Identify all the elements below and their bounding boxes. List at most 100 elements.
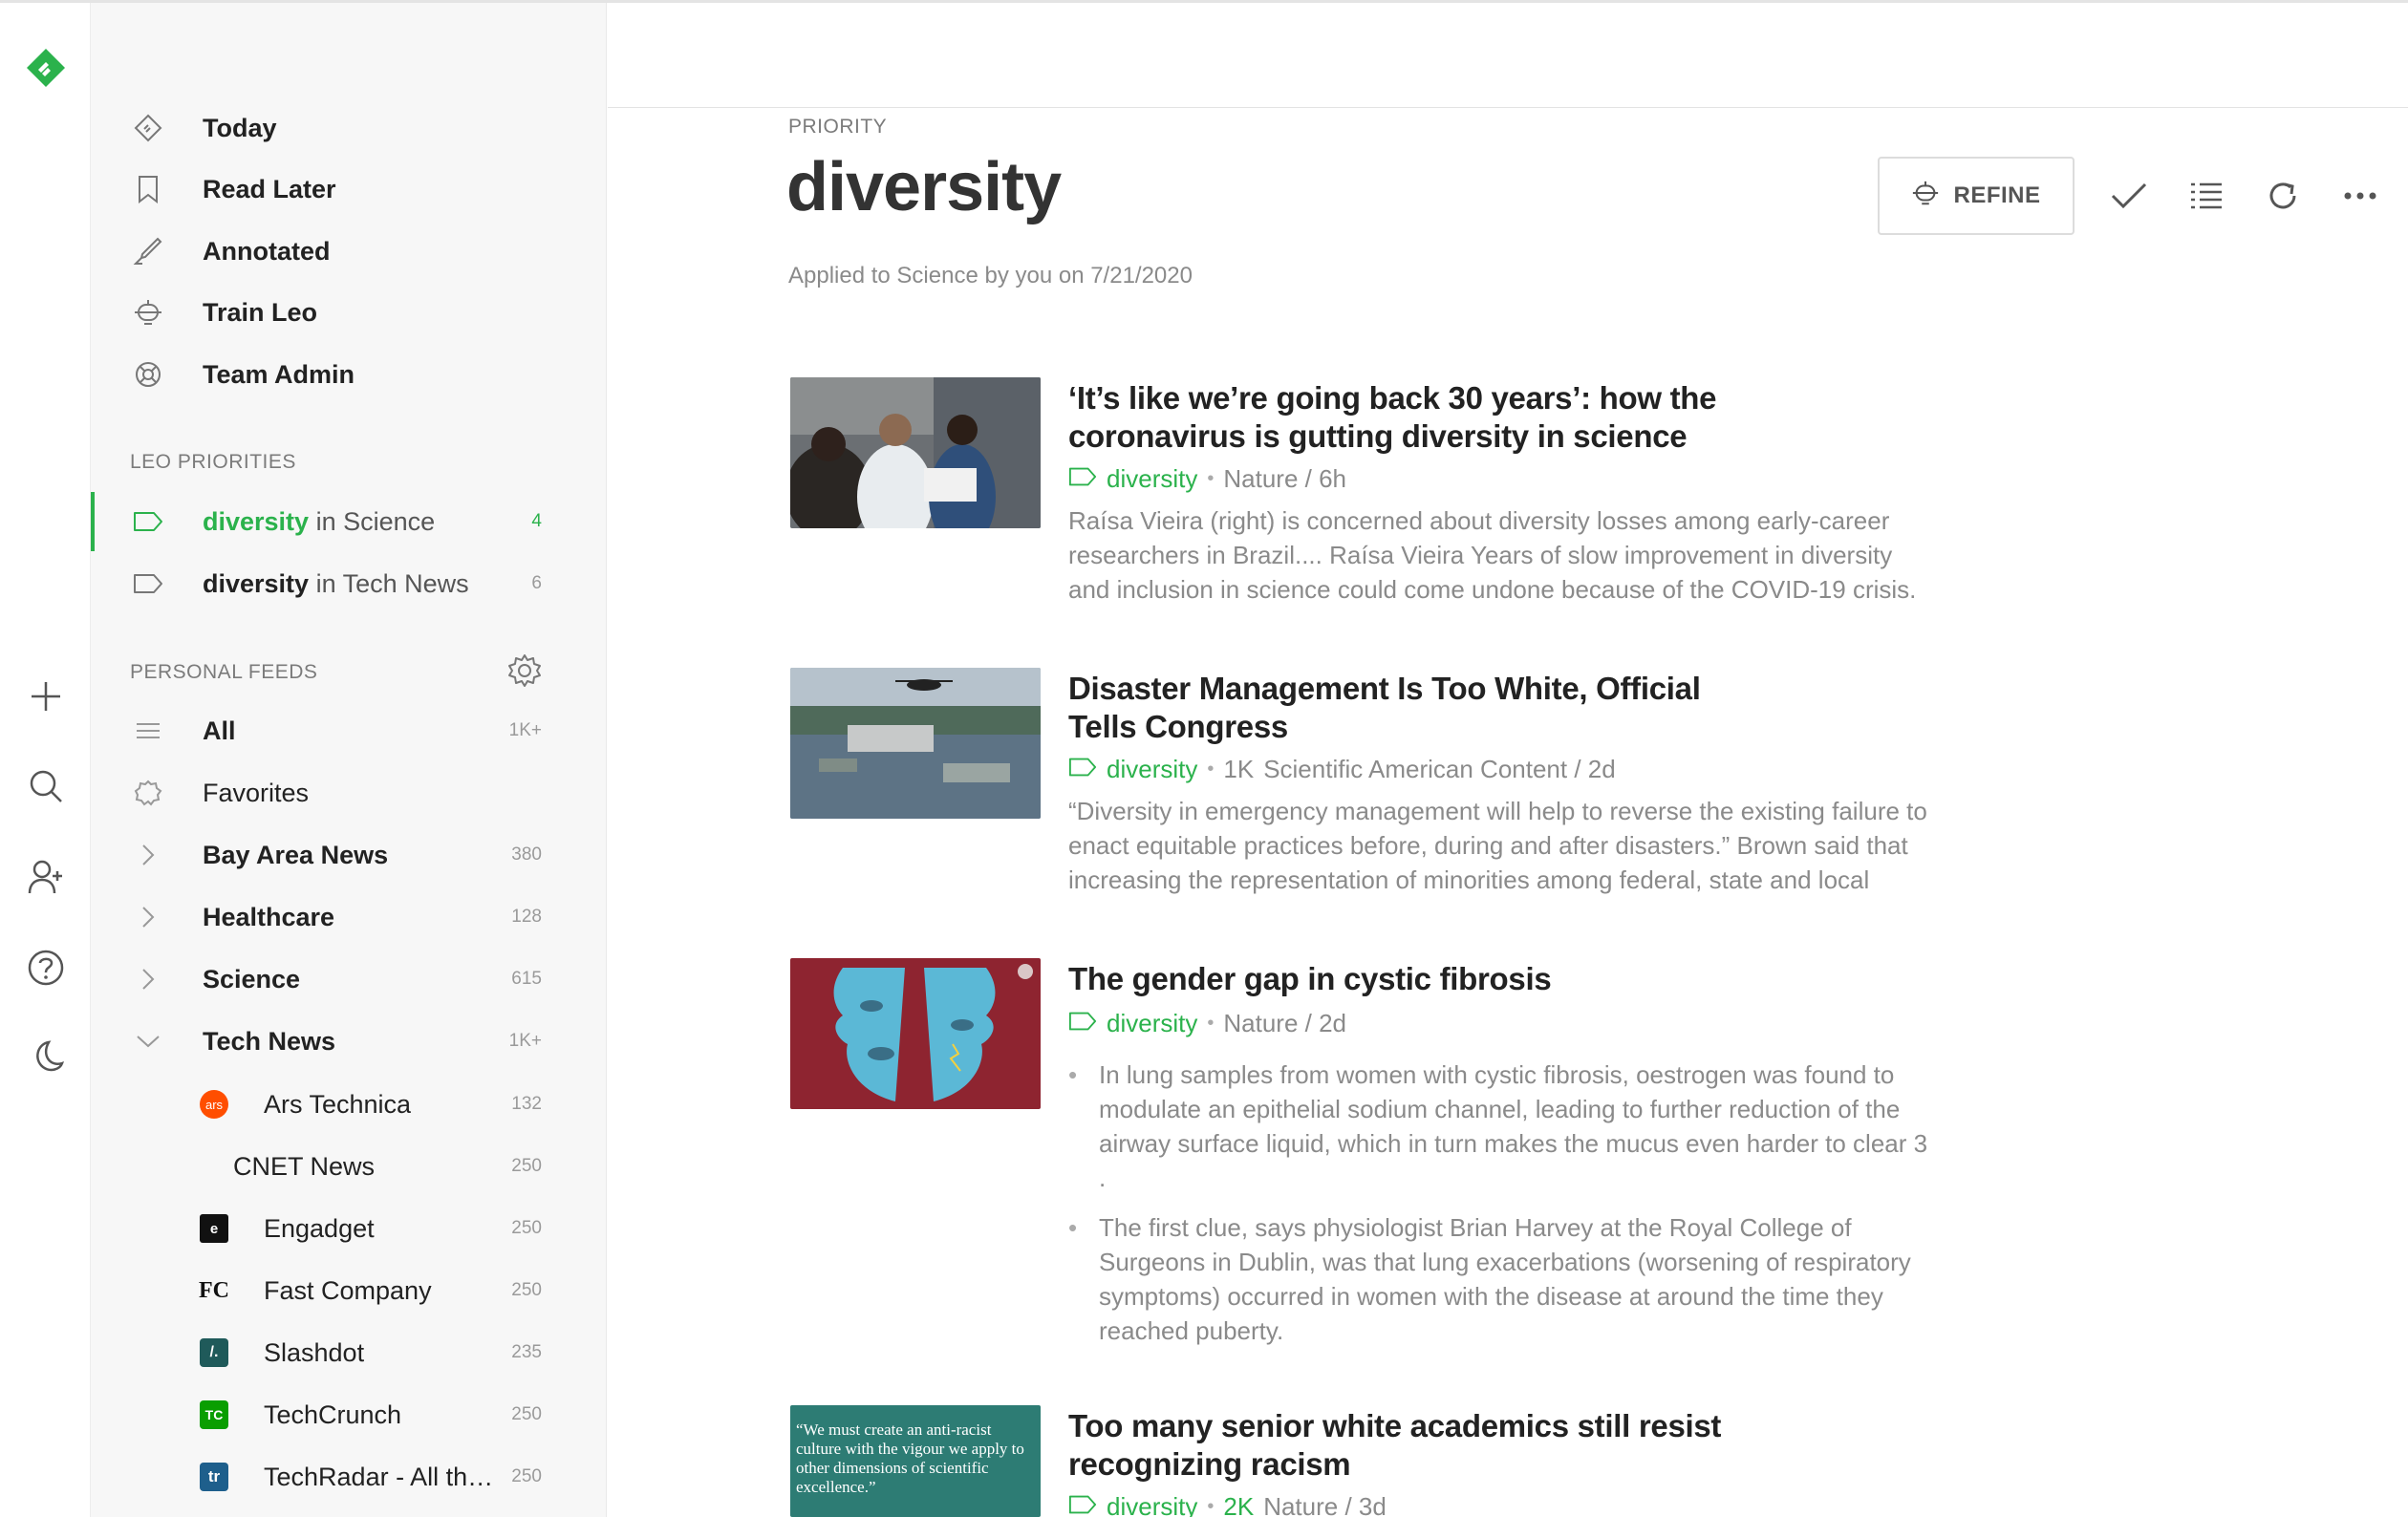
source-item-ars-technica[interactable]: ars Ars Technica 132 xyxy=(91,1074,607,1135)
nav-item-train-leo[interactable]: Train Leo xyxy=(91,282,607,343)
priority-count: 6 xyxy=(531,573,542,593)
refresh-icon[interactable] xyxy=(2262,175,2304,217)
priority-keyword: diversity xyxy=(203,506,310,536)
article-title[interactable]: Disaster Management Is Too White, Offici… xyxy=(1068,670,1737,746)
nav-item-label: Train Leo xyxy=(203,297,318,327)
article-tag[interactable]: diversity xyxy=(1107,1492,1197,1517)
article-meta: diversity • Nature / 2d xyxy=(1068,1009,1346,1038)
feedly-logo-icon[interactable] xyxy=(23,45,69,91)
source-label: TechRadar - All th… xyxy=(264,1462,494,1491)
article-card[interactable]: Disaster Management Is Too White, Offici… xyxy=(790,668,2128,916)
tag-icon xyxy=(1068,1009,1097,1038)
article-summary: In lung samples from women with cystic f… xyxy=(1068,1058,1928,1363)
refine-button[interactable]: REFINE xyxy=(1878,157,2075,235)
source-item-slashdot[interactable]: /. Slashdot 235 xyxy=(91,1322,607,1383)
mark-all-read-check-icon[interactable] xyxy=(2108,175,2150,217)
priority-item-diversity-tech-news[interactable]: diversity in Tech News 6 xyxy=(91,553,607,614)
source-item-cnet-news[interactable]: CNET News 250 xyxy=(91,1136,607,1197)
list-icon xyxy=(133,716,163,746)
techcrunch-favicon-icon: TC xyxy=(199,1399,229,1430)
feed-item-all[interactable]: All 1K+ xyxy=(91,700,607,761)
article-meta: diversity • Nature / 6h xyxy=(1068,464,1346,494)
article-source[interactable]: Scientific American Content / 2d xyxy=(1263,755,1616,784)
chevron-right-icon[interactable] xyxy=(133,964,163,994)
article-thumbnail[interactable] xyxy=(790,958,1041,1109)
article-tag[interactable]: diversity xyxy=(1107,755,1197,784)
priority-item-diversity-science[interactable]: diversity in Science 4 xyxy=(91,491,607,552)
engagement-count: 2K xyxy=(1223,1492,1255,1517)
tag-icon xyxy=(1068,1492,1097,1517)
feed-item-bay-area-news[interactable]: Bay Area News 380 xyxy=(91,824,607,886)
feeds-settings-gear-icon[interactable] xyxy=(506,652,543,689)
tag-icon xyxy=(133,568,163,599)
bookmark-icon xyxy=(133,174,163,204)
source-label: CNET News xyxy=(233,1151,376,1181)
chevron-down-icon[interactable] xyxy=(133,1026,163,1057)
help-icon[interactable] xyxy=(27,949,65,987)
add-content-icon[interactable] xyxy=(27,677,65,716)
source-item-fast-company[interactable]: FC Fast Company 250 xyxy=(91,1260,607,1321)
nav-item-annotated[interactable]: Annotated xyxy=(91,221,607,282)
feed-count: 1K+ xyxy=(508,1031,542,1051)
ars-technica-favicon-icon: ars xyxy=(199,1089,229,1120)
favorites-badge-icon xyxy=(133,778,163,808)
meta-separator: • xyxy=(1207,1013,1215,1034)
night-mode-icon[interactable] xyxy=(27,1037,65,1076)
feed-label: Science xyxy=(203,964,301,994)
feed-item-favorites[interactable]: Favorites xyxy=(91,762,607,823)
slashdot-favicon-icon: /. xyxy=(199,1337,229,1368)
feed-item-tech-news[interactable]: Tech News 1K+ xyxy=(91,1011,607,1072)
article-card[interactable]: The gender gap in cystic fibrosis divers… xyxy=(790,958,2128,1398)
add-user-icon[interactable] xyxy=(27,858,65,896)
more-options-icon[interactable] xyxy=(2339,175,2381,217)
nav-item-label: Today xyxy=(203,113,277,142)
article-title[interactable]: The gender gap in cystic fibrosis xyxy=(1068,960,1737,998)
summary-bullet: The first clue, says physiologist Brian … xyxy=(1068,1210,1928,1348)
source-label: TechCrunch xyxy=(264,1399,402,1429)
layout-list-icon[interactable] xyxy=(2185,175,2227,217)
source-item-techcrunch[interactable]: TC TechCrunch 250 xyxy=(91,1384,607,1445)
refine-label: REFINE xyxy=(1953,182,2041,208)
feed-item-healthcare[interactable]: Healthcare 128 xyxy=(91,887,607,948)
left-navigation: Today Read Later Annotated Train Leo Tea… xyxy=(91,3,607,1517)
feed-item-science[interactable]: Science 615 xyxy=(91,949,607,1010)
article-tag[interactable]: diversity xyxy=(1107,1009,1197,1038)
personal-feeds-heading: PERSONAL FEEDS xyxy=(130,661,318,683)
article-title[interactable]: ‘It’s like we’re going back 30 years’: h… xyxy=(1068,379,1737,456)
meta-separator: • xyxy=(1207,468,1215,489)
source-label: Fast Company xyxy=(264,1275,432,1305)
search-icon[interactable] xyxy=(27,767,65,805)
header-divider xyxy=(608,107,2408,108)
nav-item-today[interactable]: Today xyxy=(91,97,607,159)
nav-item-team-admin[interactable]: Team Admin xyxy=(91,344,607,405)
source-item-techradar[interactable]: tr TechRadar - All th… 250 xyxy=(91,1446,607,1507)
source-count: 250 xyxy=(511,1218,542,1238)
page-title: diversity xyxy=(786,149,1062,225)
source-count: 250 xyxy=(511,1466,542,1486)
source-count: 235 xyxy=(511,1342,542,1362)
article-thumbnail[interactable] xyxy=(790,377,1041,528)
article-thumbnail[interactable]: “We must create an anti-racist culture w… xyxy=(790,1405,1041,1517)
tag-icon xyxy=(133,506,163,537)
article-source[interactable]: Nature / 6h xyxy=(1223,464,1346,494)
nav-item-read-later[interactable]: Read Later xyxy=(91,159,607,220)
article-thumbnail[interactable] xyxy=(790,668,1041,819)
source-item-engadget[interactable]: e Engadget 250 xyxy=(91,1198,607,1259)
main-content: PRIORITY diversity Applied to Science by… xyxy=(608,3,2408,1517)
article-tag[interactable]: diversity xyxy=(1107,464,1197,494)
feed-count: 1K+ xyxy=(508,720,542,740)
source-count: 250 xyxy=(511,1404,542,1424)
chevron-right-icon[interactable] xyxy=(133,840,163,870)
feed-label: Healthcare xyxy=(203,902,335,931)
article-title[interactable]: Too many senior white academics still re… xyxy=(1068,1407,1737,1484)
priority-scope: in Science xyxy=(315,506,436,536)
article-source[interactable]: Nature / 3d xyxy=(1263,1492,1387,1517)
chevron-right-icon[interactable] xyxy=(133,902,163,932)
tag-icon xyxy=(1068,755,1097,784)
article-card[interactable]: ‘It’s like we’re going back 30 years’: h… xyxy=(790,377,2128,626)
article-summary: “Diversity in emergency management will … xyxy=(1068,797,1927,894)
article-source[interactable]: Nature / 2d xyxy=(1223,1009,1346,1038)
article-card[interactable]: “We must create an anti-racist culture w… xyxy=(790,1405,2128,1517)
nav-item-label: Read Later xyxy=(203,174,336,203)
nav-item-label: Team Admin xyxy=(203,359,355,389)
